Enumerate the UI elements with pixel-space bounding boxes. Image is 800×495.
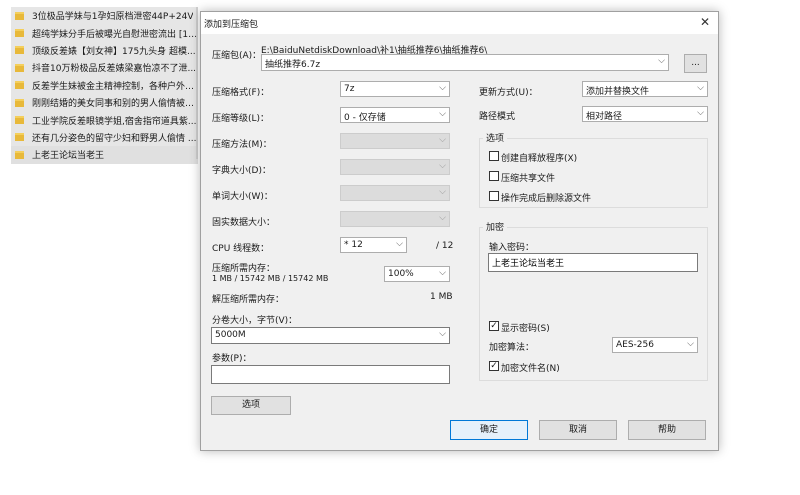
chevron-down-icon: ⌵	[697, 83, 704, 93]
list-item[interactable]: 工业学院反差眼镜学姐,宿舍指帘道具紫...	[11, 111, 198, 129]
title-bar[interactable]: 添加到压缩包 ✕	[201, 12, 718, 34]
method-combo[interactable]: ⌵	[340, 133, 450, 149]
list-item[interactable]: 还有几分姿色的留守少妇和野男人偷情 ...	[11, 128, 198, 147]
encrypt-names-checkbox[interactable]: ✓	[489, 361, 499, 371]
show-password-checkbox[interactable]: ✓	[489, 321, 499, 331]
folder-icon	[15, 81, 24, 90]
add-to-archive-dialog: 添加到压缩包 ✕ 压缩包(A)： E:\BaiduNetdiskDownload…	[200, 11, 719, 451]
chevron-down-icon: ⌵	[687, 339, 694, 349]
list-item[interactable]: 刚刚结婚的美女同事和别的男人偷情被老...	[11, 93, 198, 112]
word-combo[interactable]: ⌵	[340, 185, 450, 201]
sfx-label: 创建自释放程序(X)	[501, 154, 578, 164]
cpu-label: CPU 线程数：	[212, 244, 270, 254]
folder-icon	[15, 98, 24, 107]
split-combo[interactable]: 5000M ⌵	[211, 327, 450, 344]
list-item[interactable]: 3位极品学妹与1孕妇原档泄密44P+24V	[11, 7, 198, 25]
column-divider[interactable]	[196, 7, 198, 159]
params-input[interactable]	[211, 365, 450, 384]
folder-icon	[15, 29, 24, 38]
show-password-label: 显示密码(S)	[501, 324, 550, 334]
list-item[interactable]: 上老王论坛当老王	[11, 146, 198, 164]
mem-percent-combo[interactable]: 100% ⌵	[384, 266, 450, 282]
solid-combo[interactable]: ⌵	[340, 211, 450, 227]
folder-icon	[15, 150, 24, 159]
shared-label: 压缩共享文件	[501, 174, 556, 184]
mem-comp-label: 压缩所需内存：	[212, 264, 276, 274]
chevron-down-icon: ⌵	[439, 135, 446, 145]
folder-icon	[15, 116, 24, 125]
password-label: 输入密码：	[489, 243, 535, 253]
chevron-down-icon: ⌵	[439, 268, 446, 278]
chevron-down-icon: ⌵	[439, 161, 446, 171]
dict-combo[interactable]: ⌵	[340, 159, 450, 175]
level-combo[interactable]: 0 - 仅存储 ⌵	[340, 107, 450, 123]
help-button[interactable]: 帮助	[628, 420, 706, 440]
list-item[interactable]: 抖音10万粉极品反差婊梁嘉怡凉不了泄...	[11, 59, 198, 77]
ok-button[interactable]: 确定	[450, 420, 528, 440]
mem-comp-value: 1 MB / 15742 MB / 15742 MB	[212, 274, 329, 283]
shared-checkbox[interactable]	[489, 171, 499, 181]
enc-method-combo[interactable]: AES-256 ⌵	[612, 337, 698, 353]
sfx-checkbox[interactable]	[489, 151, 499, 161]
browse-button[interactable]: ...	[684, 54, 707, 73]
chevron-down-icon: ⌵	[396, 239, 403, 249]
mem-decomp-label: 解压缩所需内存：	[212, 295, 285, 305]
enc-method-label: 加密算法：	[489, 343, 535, 353]
encrypt-names-label: 加密文件名(N)	[501, 364, 560, 374]
cpu-combo[interactable]: * 12 ⌵	[340, 237, 407, 253]
close-icon[interactable]: ✕	[697, 14, 713, 30]
chevron-down-icon: ⌵	[439, 83, 446, 93]
list-item[interactable]: 顶级反差婊【刘女神】175九头身 超模...	[11, 41, 198, 60]
options-group-label: 选项	[483, 131, 508, 144]
file-list: 3位极品学妹与1孕妇原档泄密44P+24V 超纯学妹分手后被曝光自慰泄密流出 […	[11, 7, 198, 164]
solid-label: 固实数据大小：	[212, 218, 276, 228]
folder-icon	[15, 11, 24, 20]
mem-decomp-value: 1 MB	[430, 292, 453, 302]
cpu-max: / 12	[436, 241, 454, 251]
check-icon: ✓	[490, 321, 498, 331]
chevron-down-icon: ⌵	[439, 213, 446, 223]
format-label: 压缩格式(F)：	[212, 88, 270, 98]
list-item[interactable]: 反差学生妹被金主精神控制，各种户外露...	[11, 76, 198, 94]
update-combo[interactable]: 添加并替换文件 ⌵	[582, 81, 708, 97]
archive-name-combo[interactable]: 抽纸推荐6.7z ⌵	[261, 54, 669, 71]
folder-icon	[15, 46, 24, 55]
delete-checkbox[interactable]	[489, 191, 499, 201]
level-label: 压缩等级(L)：	[212, 114, 270, 124]
password-input[interactable]	[488, 253, 698, 272]
format-combo[interactable]: 7z ⌵	[340, 81, 450, 97]
chevron-down-icon: ⌵	[658, 56, 665, 66]
dialog-title: 添加到压缩包	[204, 20, 259, 30]
method-label: 压缩方法(M)：	[212, 140, 272, 150]
encryption-group-label: 加密	[483, 220, 508, 233]
chevron-down-icon: ⌵	[439, 329, 446, 339]
archive-label: 压缩包(A)：	[212, 51, 262, 61]
params-label: 参数(P)：	[212, 354, 252, 364]
folder-icon	[15, 63, 24, 72]
chevron-down-icon: ⌵	[439, 109, 446, 119]
check-icon: ✓	[490, 361, 498, 371]
folder-icon	[15, 133, 24, 142]
split-label: 分卷大小，字节(V)：	[212, 316, 298, 326]
delete-label: 操作完成后删除源文件	[501, 194, 592, 204]
word-label: 单词大小(W)：	[212, 192, 273, 202]
list-item[interactable]: 超纯学妹分手后被曝光自慰泄密流出 [1V...	[11, 24, 198, 42]
path-combo[interactable]: 相对路径 ⌵	[582, 106, 708, 122]
chevron-down-icon: ⌵	[697, 108, 704, 118]
path-label: 路径模式	[479, 112, 516, 122]
options-button[interactable]: 选项	[211, 396, 291, 415]
update-label: 更新方式(U)：	[479, 88, 538, 98]
chevron-down-icon: ⌵	[439, 187, 446, 197]
dict-label: 字典大小(D)：	[212, 166, 271, 176]
cancel-button[interactable]: 取消	[539, 420, 617, 440]
